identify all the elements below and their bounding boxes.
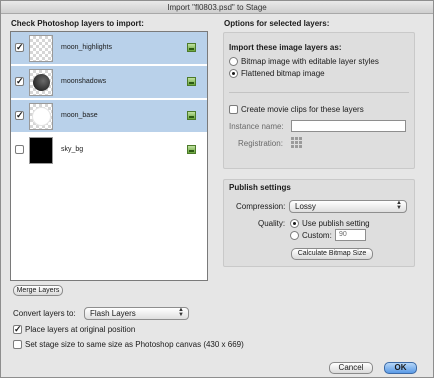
- layer-checkbox[interactable]: ✓: [15, 111, 24, 120]
- merge-layers-button[interactable]: Merge Layers: [13, 285, 63, 296]
- convert-layers-label: Convert layers to:: [13, 309, 76, 318]
- layer-row-sky-bg[interactable]: sky_bg: [11, 134, 207, 167]
- layer-row-moon-base[interactable]: ✓ moon_base: [11, 100, 207, 133]
- import-dialog: Import "fl0803.psd" to Stage Check Photo…: [0, 0, 434, 378]
- stage-size-checkbox[interactable]: [13, 340, 22, 349]
- layers-heading: Check Photoshop layers to import:: [11, 19, 144, 28]
- bitmap-image-icon: [187, 111, 196, 120]
- options-group: [223, 32, 415, 169]
- convert-layers-value: Flash Layers: [90, 309, 136, 318]
- publish-heading: Publish settings: [229, 183, 291, 192]
- bitmap-image-icon: [187, 77, 196, 86]
- layer-row-moonshadows[interactable]: ✓ moonshadows: [11, 66, 207, 99]
- registration-grid-icon[interactable]: [291, 137, 302, 148]
- moon-shadow-image: [33, 74, 50, 91]
- layer-thumbnail: [29, 35, 53, 62]
- dialog-title: Import "fl0803.psd" to Stage: [1, 1, 433, 14]
- bitmap-editable-label: Bitmap image with editable layer styles: [241, 57, 379, 66]
- cancel-button[interactable]: Cancel: [329, 362, 373, 374]
- ok-button[interactable]: OK: [384, 362, 417, 374]
- calculate-bitmap-size-button[interactable]: Calculate Bitmap Size: [291, 248, 373, 260]
- instance-name-field[interactable]: [291, 120, 406, 132]
- instance-name-label: Instance name:: [229, 122, 284, 131]
- bitmap-image-icon: [187, 145, 196, 154]
- bitmap-editable-radio[interactable]: [229, 57, 238, 66]
- layer-thumbnail: [29, 103, 53, 130]
- options-divider: [229, 92, 409, 93]
- options-heading: Options for selected layers:: [224, 19, 330, 28]
- quality-label: Quality:: [258, 219, 286, 228]
- stage-size-label: Set stage size to same size as Photoshop…: [25, 340, 244, 349]
- layer-checkbox[interactable]: ✓: [15, 77, 24, 86]
- custom-quality-field[interactable]: 90: [335, 229, 366, 241]
- compression-label: Compression:: [236, 202, 286, 211]
- place-original-position-label: Place layers at original position: [25, 325, 136, 334]
- compression-value: Lossy: [295, 202, 316, 211]
- stepper-arrows-icon: ▲ ▼: [396, 200, 402, 211]
- layer-list[interactable]: ✓ moon_highlights ✓ moonshadows ✓ moon_b…: [10, 31, 208, 281]
- custom-quality-radio[interactable]: [290, 231, 299, 240]
- layer-name: sky_bg: [61, 146, 84, 153]
- layer-name: moon_base: [61, 112, 98, 119]
- import-as-label: Import these image layers as:: [229, 43, 342, 52]
- flattened-bitmap-label: Flattened bitmap image: [241, 69, 325, 78]
- use-publish-setting-radio[interactable]: [290, 219, 299, 228]
- place-original-position-checkbox[interactable]: ✓: [13, 325, 22, 334]
- bitmap-image-icon: [187, 43, 196, 52]
- stepper-arrows-icon: ▲ ▼: [178, 307, 184, 318]
- custom-quality-label: Custom:: [302, 231, 332, 240]
- flattened-bitmap-radio[interactable]: [229, 69, 238, 78]
- movie-clips-label: Create movie clips for these layers: [241, 105, 364, 114]
- registration-label: Registration:: [238, 139, 283, 148]
- layer-row-moon-highlights[interactable]: ✓ moon_highlights: [11, 32, 207, 65]
- use-publish-setting-label: Use publish setting: [302, 219, 370, 228]
- movie-clips-checkbox[interactable]: [229, 105, 238, 114]
- compression-select[interactable]: Lossy ▲ ▼: [289, 200, 407, 213]
- layer-name: moonshadows: [61, 78, 107, 85]
- convert-layers-select[interactable]: Flash Layers ▲ ▼: [84, 307, 189, 320]
- layer-thumbnail: [29, 69, 53, 96]
- layer-checkbox[interactable]: ✓: [15, 43, 24, 52]
- layer-thumbnail: [29, 137, 53, 164]
- layer-checkbox[interactable]: [15, 145, 24, 154]
- moon-base-image: [32, 107, 51, 126]
- layer-name: moon_highlights: [61, 44, 112, 51]
